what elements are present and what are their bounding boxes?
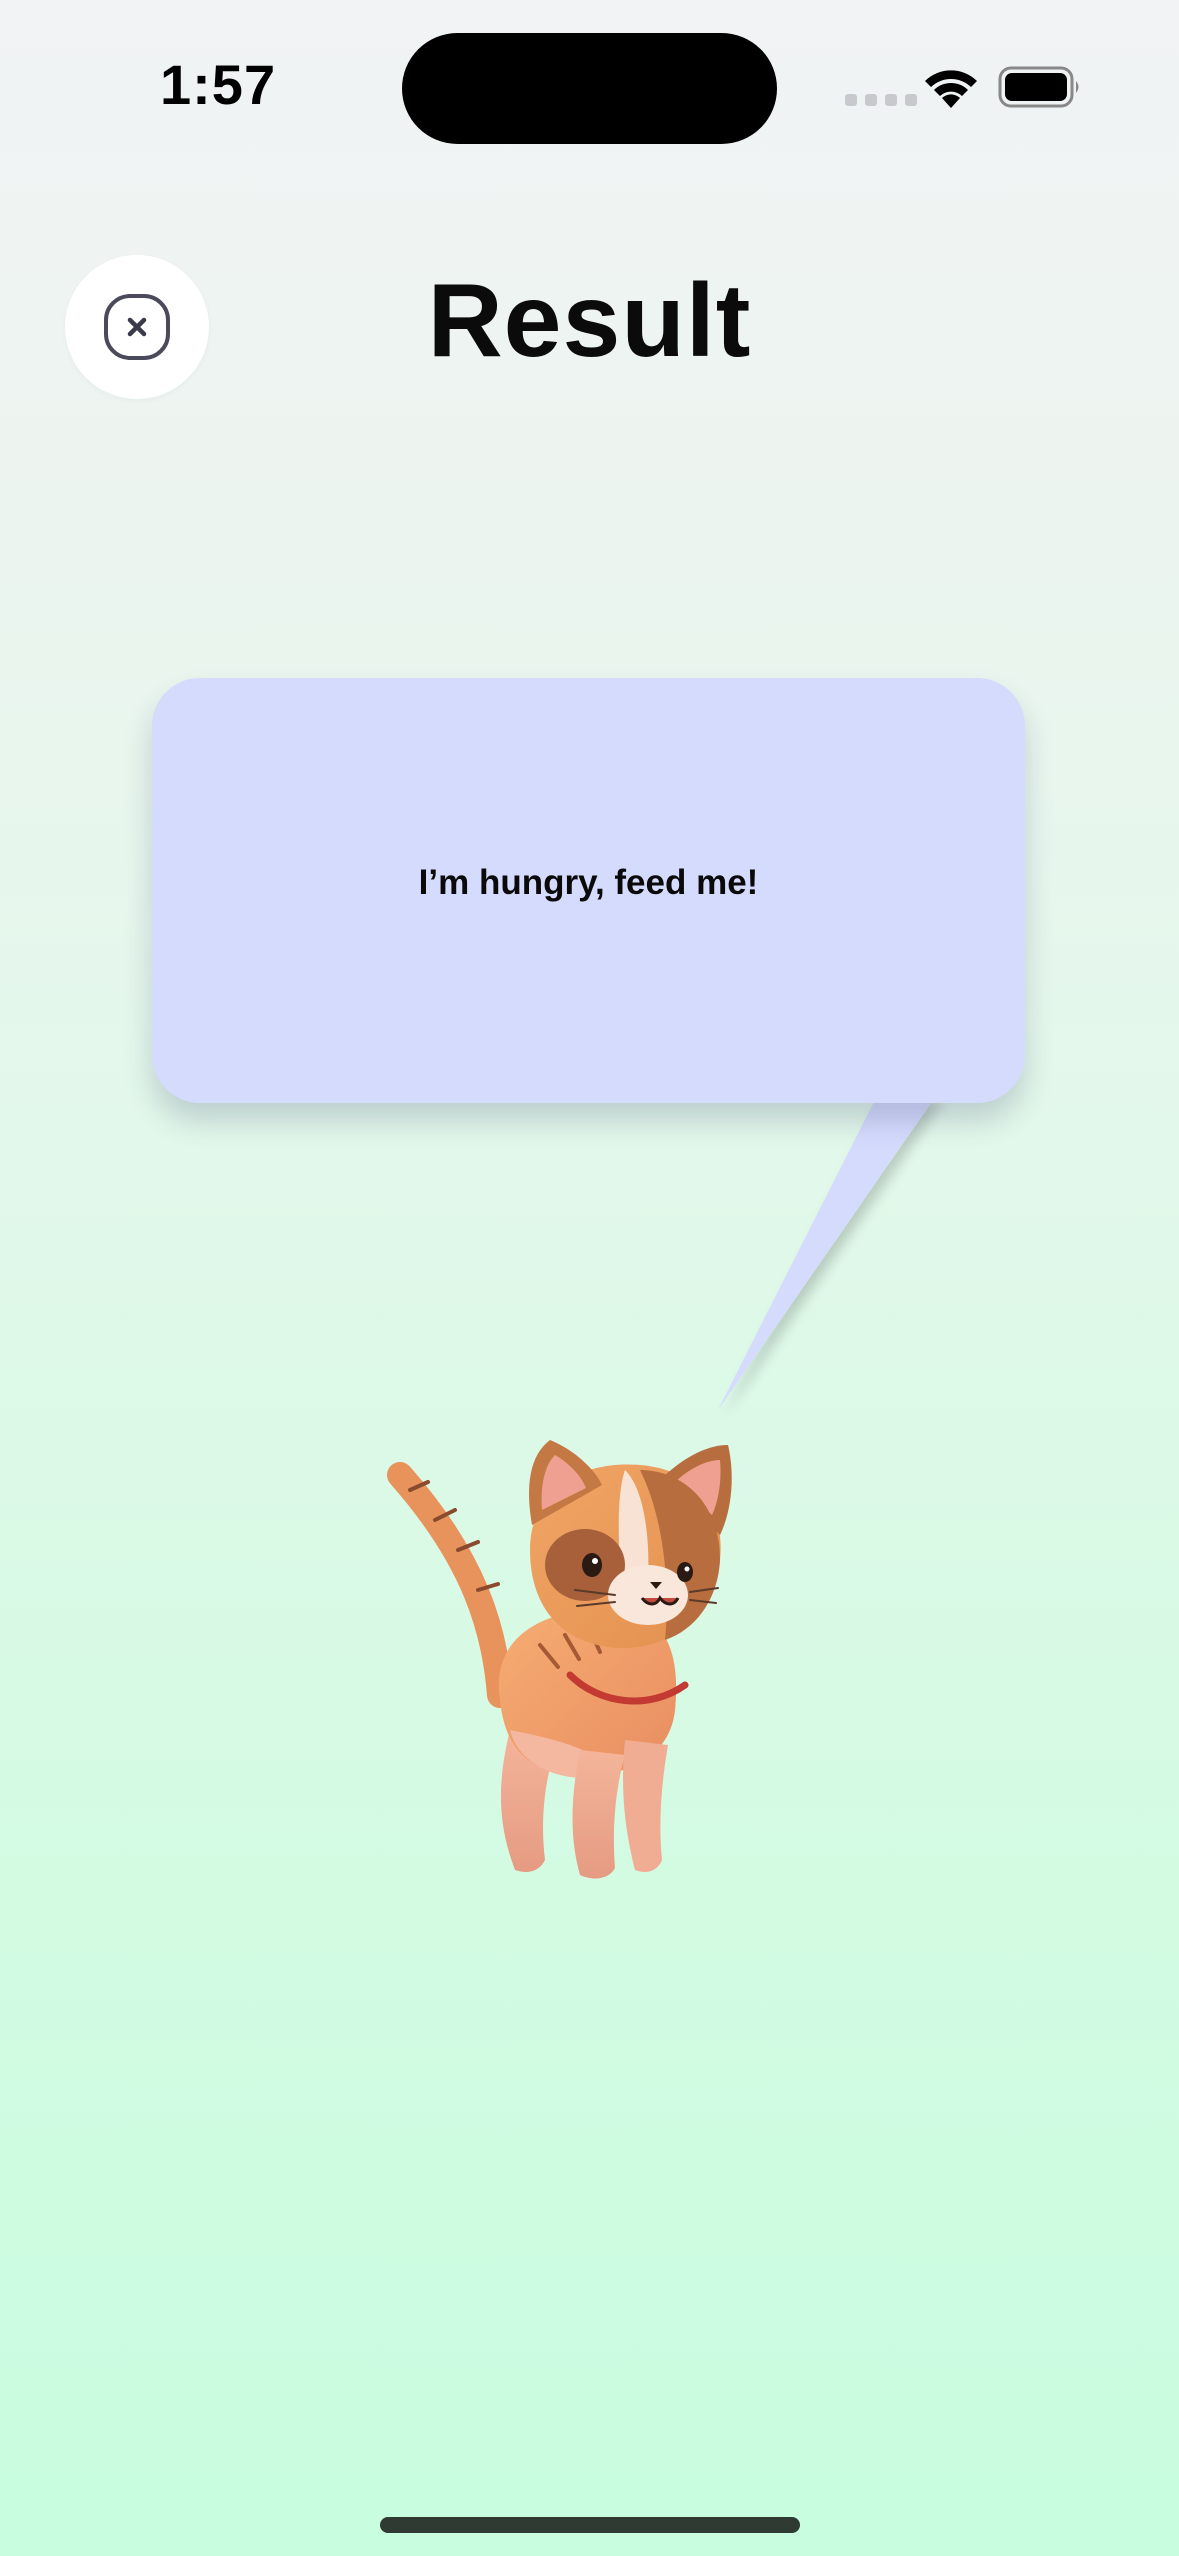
status-bar: 1:57: [0, 0, 1179, 170]
cat-illustration: [387, 1440, 732, 1879]
wifi-icon: [925, 70, 977, 108]
page-title: Result: [427, 263, 752, 379]
cellular-icon: [845, 94, 917, 106]
speech-bubble-container: I’m hungry, feed me!: [0, 0, 1179, 1480]
bubble-text: I’m hungry, feed me!: [418, 863, 759, 902]
dynamic-island: [402, 33, 777, 144]
speech-bubble: I’m hungry, feed me!: [152, 678, 1025, 1103]
home-indicator[interactable]: [380, 2517, 800, 2533]
battery-icon: [998, 66, 1079, 108]
status-time: 1:57: [160, 53, 277, 116]
